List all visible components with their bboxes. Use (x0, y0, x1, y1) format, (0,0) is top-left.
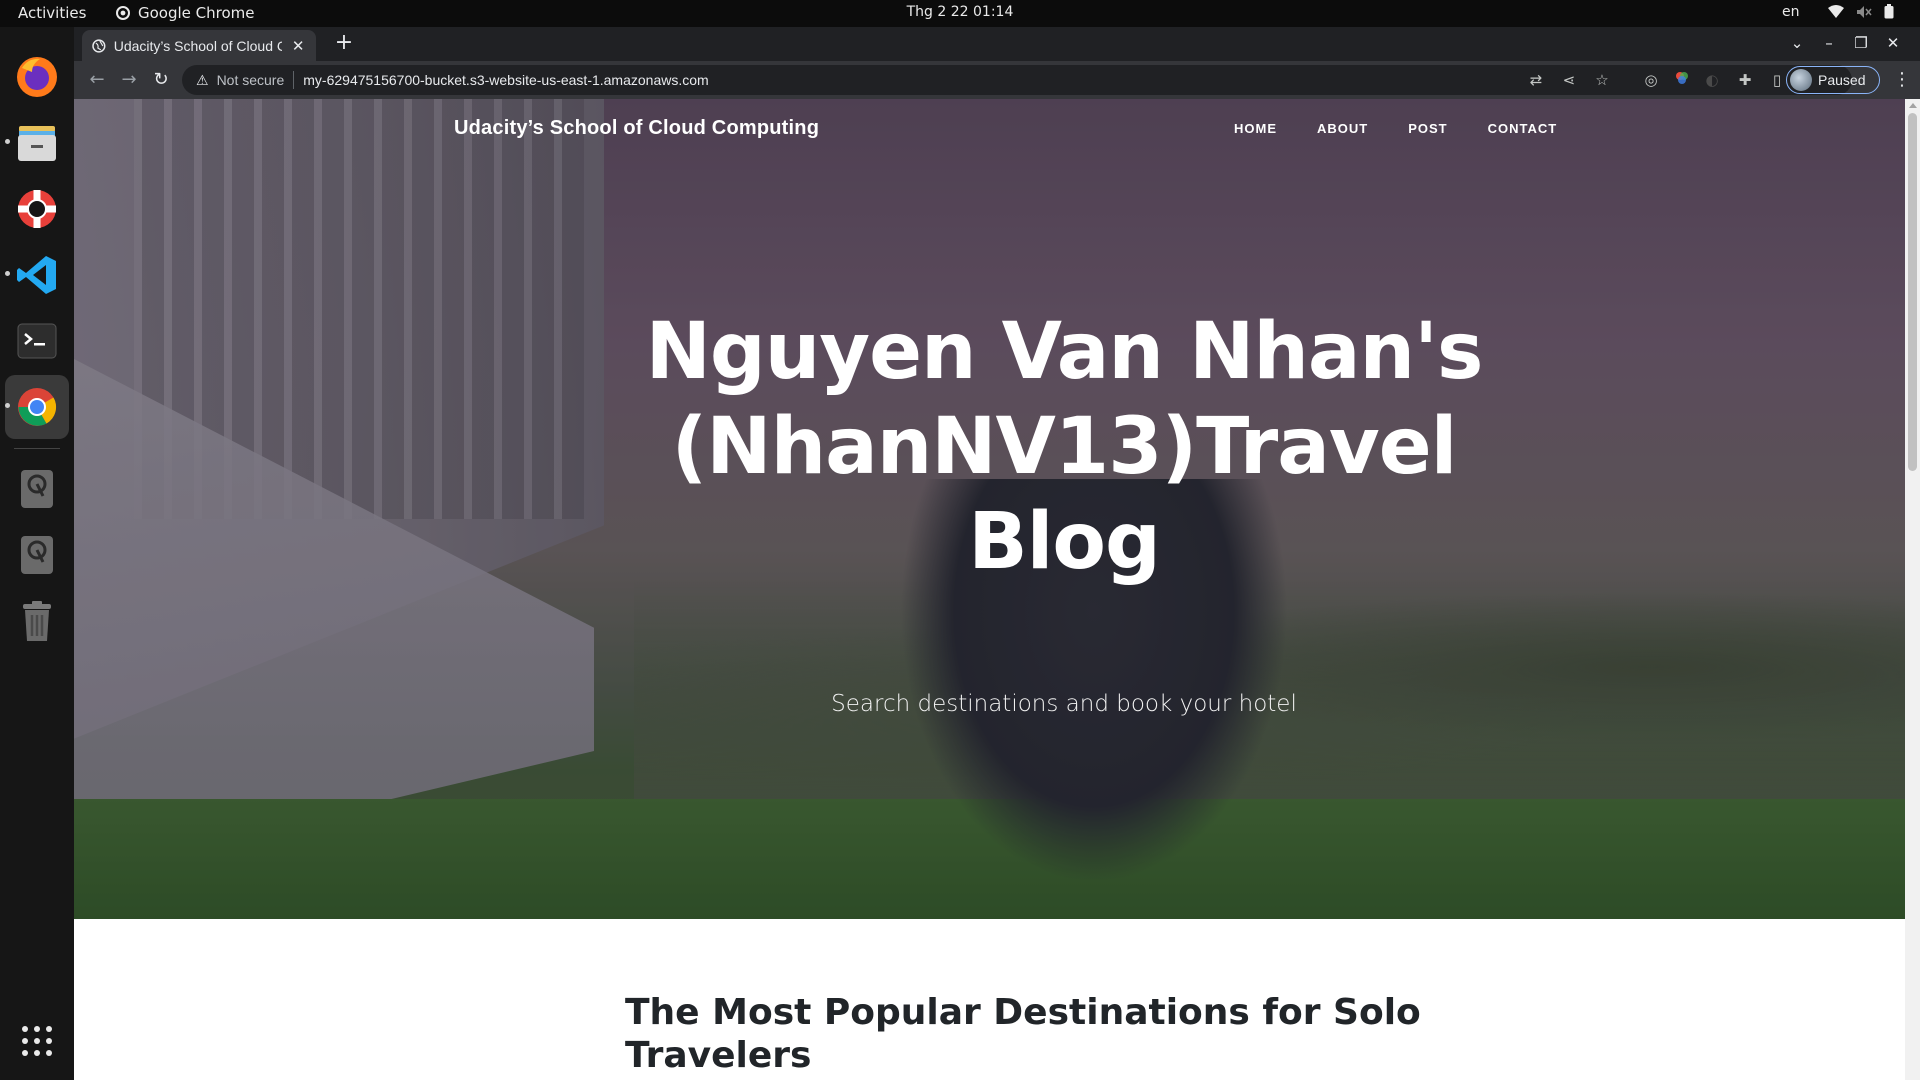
back-icon[interactable]: ← (85, 68, 109, 92)
language-indicator[interactable]: en (1782, 4, 1800, 20)
vscode-icon (17, 256, 56, 294)
tab-search-icon[interactable]: ⌄ (1786, 32, 1808, 54)
url-text[interactable]: my-629475156700-bucket.s3-website-us-eas… (303, 72, 708, 88)
reload-icon[interactable]: ↻ (149, 68, 173, 92)
side-panel-icon[interactable]: ▯ (1767, 70, 1787, 90)
vertical-scrollbar[interactable] (1905, 99, 1920, 1080)
running-indicator (5, 403, 10, 408)
firefox-launcher[interactable] (5, 45, 69, 109)
browser-toolbar: ← → ↻ ⚠ Not secure my-629475156700-bucke… (74, 61, 1920, 99)
running-indicator (5, 271, 10, 276)
chrome-launcher[interactable] (5, 375, 69, 439)
extensions-puzzle-icon[interactable]: ✚ (1735, 70, 1755, 90)
profile-button[interactable]: Paused (1786, 66, 1880, 94)
volume-muted-icon (1857, 5, 1872, 18)
files-launcher[interactable] (5, 111, 69, 175)
firefox-icon (17, 57, 57, 97)
nav-post-link[interactable]: POST (1388, 121, 1467, 136)
avatar (1790, 69, 1812, 91)
tab-strip: Udacity’s School of Cloud Computing ✕ + … (74, 27, 1920, 61)
trash-icon (23, 601, 51, 641)
activities-button[interactable]: Activities (18, 4, 86, 22)
warning-icon[interactable]: ⚠ (196, 72, 209, 89)
system-tray[interactable] (1828, 4, 1894, 19)
disk-launcher[interactable] (5, 523, 69, 587)
omnibox-divider (293, 71, 295, 89)
extension-record-icon[interactable]: ◎ (1641, 70, 1661, 90)
show-apps-button[interactable] (5, 1009, 69, 1073)
help-icon (18, 190, 56, 228)
terminal-launcher[interactable] (5, 309, 69, 373)
extension-color-icon[interactable] (1672, 70, 1692, 90)
tab-active[interactable]: Udacity’s School of Cloud Computing ✕ (82, 30, 316, 61)
scroll-up-arrow-icon[interactable] (1909, 103, 1917, 108)
nav-about-link[interactable]: ABOUT (1297, 121, 1388, 136)
hero-title: Nguyen Van Nhan's (NhanNV13)Travel Blog (645, 307, 1484, 587)
app-grid-icon (22, 1026, 52, 1056)
hero-section: Udacity’s School of Cloud Computing HOME… (74, 99, 1905, 919)
not-secure-label[interactable]: Not secure (217, 72, 285, 88)
bookmark-star-icon[interactable]: ☆ (1592, 70, 1612, 90)
site-brand-link[interactable]: Udacity’s School of Cloud Computing (454, 117, 819, 140)
terminal-icon (17, 323, 57, 359)
close-window-icon[interactable]: ✕ (1882, 32, 1904, 54)
translate-icon[interactable]: ⇄ (1526, 70, 1546, 90)
tab-close-icon[interactable]: ✕ (290, 37, 306, 55)
new-tab-button[interactable]: + (332, 32, 356, 56)
page-viewport[interactable]: Udacity’s School of Cloud Computing HOME… (74, 99, 1920, 1080)
dock (0, 27, 74, 1080)
nav-contact-link[interactable]: CONTACT (1468, 121, 1578, 136)
files-icon (18, 126, 56, 161)
help-launcher[interactable] (5, 177, 69, 241)
system-top-bar: Activities Google Chrome Thg 2 22 01:14 … (0, 0, 1920, 27)
wifi-icon (1828, 4, 1844, 18)
share-icon[interactable]: ⋖ (1559, 70, 1579, 90)
vscode-launcher[interactable] (5, 243, 69, 307)
kebab-menu-icon[interactable]: ⋮ (1892, 69, 1912, 90)
dock-separator (14, 448, 60, 449)
site-nav: HOME ABOUT POST CONTACT (1214, 121, 1577, 136)
restore-icon[interactable]: ❐ (1850, 32, 1872, 54)
section-title: The Most Popular Destinations for Solo T… (625, 992, 1421, 1076)
nav-home-link[interactable]: HOME (1214, 121, 1297, 136)
disk-launcher[interactable] (5, 457, 69, 521)
tab-title: Udacity’s School of Cloud Computing (113, 37, 283, 54)
chrome-small-icon (116, 6, 130, 20)
browser-window: Udacity’s School of Cloud Computing ✕ + … (74, 27, 1920, 1080)
app-menu[interactable]: Google Chrome (116, 4, 255, 22)
globe-icon (92, 38, 106, 53)
extension-hidden-icon[interactable]: ◐ (1702, 70, 1722, 90)
disk-icon (21, 470, 53, 508)
hero-subtitle: Search destinations and book your hotel (831, 691, 1297, 717)
minimize-icon[interactable]: – (1818, 32, 1840, 54)
forward-icon[interactable]: → (117, 68, 141, 92)
app-name-label: Google Chrome (138, 4, 255, 22)
disk-icon (21, 536, 53, 574)
profile-status: Paused (1818, 72, 1866, 88)
trash-launcher[interactable] (5, 589, 69, 653)
chrome-icon (18, 388, 57, 426)
clock[interactable]: Thg 2 22 01:14 (907, 4, 1014, 20)
battery-icon (1884, 4, 1894, 19)
scrollbar-thumb[interactable] (1908, 113, 1917, 471)
